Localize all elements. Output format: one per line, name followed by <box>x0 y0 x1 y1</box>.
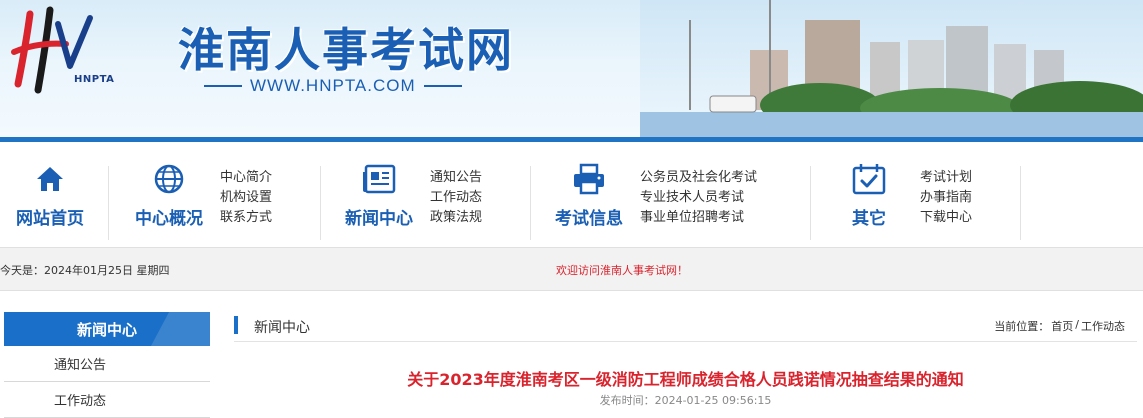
nav-link-downloads[interactable]: 下载中心 <box>920 208 972 227</box>
site-logo[interactable]: HNPTA <box>8 4 118 104</box>
nav-link-work-news[interactable]: 工作动态 <box>430 188 482 207</box>
nav-label: 其它 <box>852 209 886 229</box>
divider <box>1020 166 1021 240</box>
welcome-message: 欢迎访问淮南人事考试网！ <box>556 264 688 277</box>
globe-icon <box>150 160 188 198</box>
nav-item-home[interactable]: 网站首页 <box>5 160 95 229</box>
sidebar-item-label: 通知公告 <box>53 358 106 373</box>
breadcrumb: 当前位置： 首页 / 工作动态 <box>994 318 1125 334</box>
nav-link-organization[interactable]: 机构设置 <box>220 188 272 207</box>
site-url: WWW.HNPTA.COM <box>250 76 416 95</box>
nav-link-exam-plan[interactable]: 考试计划 <box>920 168 972 187</box>
breadcrumb-home[interactable]: 首页 <box>1051 318 1073 334</box>
nav-sublinks: 公务员及社会化考试 专业技术人员考试 事业单位招聘考试 <box>640 168 757 227</box>
nav-link-civil-service-exams[interactable]: 公务员及社会化考试 <box>640 168 757 187</box>
hnpta-logo-icon <box>11 6 93 94</box>
logo-text: HNPTA <box>74 74 115 85</box>
section-title: 新闻中心 <box>254 320 310 336</box>
divider <box>204 85 242 87</box>
nav-group-other: 其它 考试计划 办事指南 下载中心 <box>810 142 1020 246</box>
nav-link-institution-recruitment[interactable]: 事业单位招聘考试 <box>640 208 757 227</box>
site-title[interactable]: 淮南人事考试网 <box>178 14 514 80</box>
content-header: 新闻中心 当前位置： 首页 / 工作动态 <box>234 312 1137 342</box>
nav-sublinks: 考试计划 办事指南 下载中心 <box>920 168 972 227</box>
nav-link-contact[interactable]: 联系方式 <box>220 208 272 227</box>
sidebar: 新闻中心 通知公告 工作动态 <box>4 312 210 418</box>
sidebar-header: 新闻中心 <box>4 312 210 346</box>
nav-link-policies[interactable]: 政策法规 <box>430 208 482 227</box>
nav-link-professional-exams[interactable]: 专业技术人员考试 <box>640 188 757 207</box>
article-title: 关于2023年度淮南考区一级消防工程师成绩合格人员践诺情况抽查结果的通知 <box>407 370 964 389</box>
nav-group-home: 网站首页 <box>0 142 108 246</box>
nav-label: 中心概况 <box>135 209 203 229</box>
sidebar-title: 新闻中心 <box>76 320 137 339</box>
info-bar: 今天是：2024年01月25日 星期四 欢迎访问淮南人事考试网！ <box>0 247 1143 291</box>
nav-link-center-intro[interactable]: 中心简介 <box>220 168 272 187</box>
calendar-check-icon <box>850 160 888 198</box>
sidebar-item-notices[interactable]: 通知公告 <box>4 346 210 382</box>
nav-label: 新闻中心 <box>345 209 413 229</box>
city-skyline-image <box>640 0 1143 137</box>
sidebar-item-label: 工作动态 <box>53 394 106 409</box>
nav-item-about[interactable]: 中心概况 <box>124 160 214 229</box>
home-icon <box>31 160 69 198</box>
nav-item-news[interactable]: 新闻中心 <box>334 160 424 229</box>
nav-item-other[interactable]: 其它 <box>824 160 914 229</box>
article-publish-time: 发布时间：2024-01-25 09:56:15 <box>599 394 772 407</box>
nav-item-exams[interactable]: 考试信息 <box>544 160 634 229</box>
main-nav: 网站首页 中心概况 中心简介 机构设置 联系方式 新闻中心 通知公告 工作动态 <box>0 142 1143 246</box>
site-banner: HNPTA 淮南人事考试网 WWW.HNPTA.COM <box>0 0 1143 137</box>
nav-sublinks: 通知公告 工作动态 政策法规 <box>430 168 482 227</box>
sidebar-item-work-news[interactable]: 工作动态 <box>4 382 210 418</box>
breadcrumb-current[interactable]: 工作动态 <box>1081 318 1125 334</box>
nav-link-notices[interactable]: 通知公告 <box>430 168 482 187</box>
nav-label: 网站首页 <box>16 209 84 229</box>
newspaper-icon <box>360 160 398 198</box>
nav-link-service-guide[interactable]: 办事指南 <box>920 188 972 207</box>
nav-group-news: 新闻中心 通知公告 工作动态 政策法规 <box>320 142 530 246</box>
breadcrumb-separator: / <box>1075 318 1079 331</box>
nav-sublinks: 中心简介 机构设置 联系方式 <box>220 168 272 227</box>
divider <box>423 85 462 87</box>
breadcrumb-prefix: 当前位置： <box>994 320 1050 333</box>
nav-group-exams: 考试信息 公务员及社会化考试 专业技术人员考试 事业单位招聘考试 <box>530 142 810 246</box>
nav-group-about: 中心概况 中心简介 机构设置 联系方式 <box>108 142 320 246</box>
section-marker <box>234 316 238 334</box>
current-date: 今天是：2024年01月25日 星期四 <box>0 264 170 277</box>
nav-label: 考试信息 <box>555 209 623 229</box>
printer-icon <box>570 160 608 198</box>
site-url-row: WWW.HNPTA.COM <box>204 76 462 96</box>
